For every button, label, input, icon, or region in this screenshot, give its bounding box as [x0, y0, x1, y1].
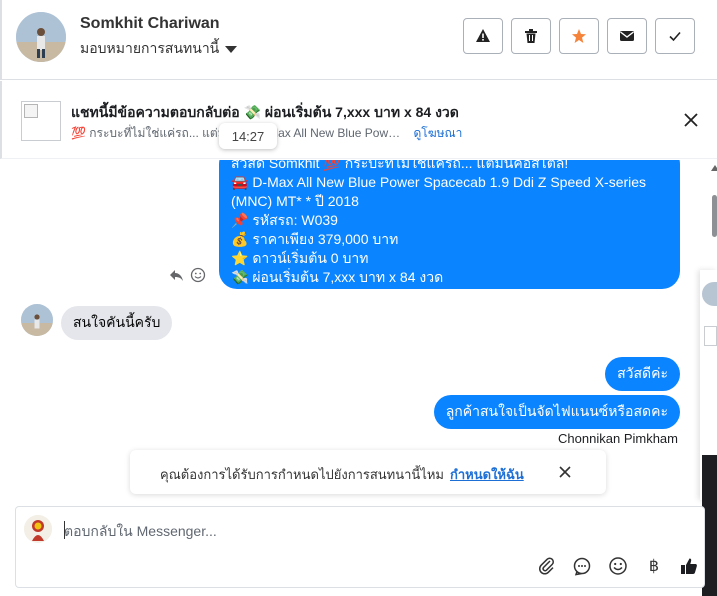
- ad-thumbnail[interactable]: [21, 101, 61, 141]
- chevron-down-icon: [225, 45, 238, 53]
- star-button[interactable]: [559, 18, 599, 54]
- baht-icon: ฿: [648, 558, 660, 575]
- assign-conversation-dropdown[interactable]: มอบหมายการสนทนานี้: [80, 38, 238, 60]
- dismiss-assign-prompt-button[interactable]: [557, 464, 573, 480]
- assign-prompt-text: คุณต้องการได้รับการกำหนดไปยังการสนทนานี้…: [160, 464, 524, 485]
- ad-message-line: 📌 รหัสรถ: W039: [231, 212, 338, 228]
- sender-name: Chonnikan Pimkham: [558, 431, 678, 446]
- message-composer: ฿: [15, 506, 705, 588]
- assign-to-me-link[interactable]: กำหนดให้ฉัน: [450, 467, 524, 482]
- paperclip-icon: [539, 557, 554, 575]
- payment-button[interactable]: ฿: [643, 555, 665, 577]
- contact-name[interactable]: Somkhit Chariwan: [80, 15, 220, 33]
- scrollbar-thumb[interactable]: [712, 195, 717, 237]
- incoming-message[interactable]: สนใจคันนี้ครับ: [61, 306, 173, 340]
- reply-input[interactable]: [64, 521, 684, 541]
- saved-replies-button[interactable]: [571, 555, 593, 577]
- assign-prompt-question: คุณต้องการได้รับการกำหนดไปยังการสนทนานี้…: [160, 467, 444, 482]
- emoji-button[interactable]: [607, 555, 629, 577]
- saved-replies-icon: [573, 557, 591, 576]
- side-panel-thumbnail: [704, 326, 717, 346]
- close-ad-bar-button[interactable]: [682, 111, 700, 129]
- text-cursor: [64, 521, 65, 539]
- report-button[interactable]: [463, 18, 503, 54]
- envelope-icon: [620, 31, 634, 41]
- thumbs-up-icon: [681, 558, 697, 574]
- react-emoji-icon[interactable]: [190, 267, 206, 283]
- outgoing-message[interactable]: สวัสดีค่ะ: [605, 357, 680, 391]
- contact-avatar-small: [21, 304, 53, 336]
- contact-avatar[interactable]: [16, 12, 66, 62]
- ad-message-line: 🚘 D-Max All New Blue Power Spacecab 1.9 …: [231, 174, 647, 190]
- ad-message-line: 💰 ราคาเพียง 379,000 บาท: [231, 231, 399, 247]
- ad-title: แชทนี้มีข้อความตอบกลับต่อ 💸 ผ่อนเริ่มต้น…: [71, 104, 459, 120]
- assign-label: มอบหมายการสนทนานี้: [80, 40, 220, 56]
- outgoing-message[interactable]: ลูกค้าสนใจเป็นจัดไฟแนนซ์หรือสดคะ: [433, 395, 680, 429]
- agent-avatar: [24, 515, 52, 543]
- emoji-icon: [609, 557, 627, 575]
- ad-message-line: ⭐ ดาวน์เริ่มต้น 0 บาท: [231, 250, 369, 266]
- attach-button[interactable]: [536, 555, 558, 577]
- ad-message-line: 💸 ผ่อนเริ่มต้น 7,xxx บาท x 84 งวด: [231, 269, 444, 285]
- message-actions: [168, 267, 206, 283]
- conversation-header: Somkhit Chariwan มอบหมายการสนทนานี้: [0, 0, 717, 80]
- close-icon: [684, 113, 698, 127]
- check-icon: [669, 31, 681, 42]
- view-ad-link[interactable]: ดูโฆษณา: [413, 126, 462, 140]
- timestamp-tooltip: 14:27: [219, 123, 277, 149]
- star-icon: [572, 29, 586, 43]
- ad-context-bar: แชทนี้มีข้อความตอบกลับต่อ 💸 ผ่อนเริ่มต้น…: [0, 81, 717, 159]
- send-like-button[interactable]: [678, 555, 700, 577]
- trash-icon: [525, 29, 537, 43]
- outgoing-ad-message[interactable]: สวัสดี Somkhit 💯 กระบะที่ไม่ใช่แค่รถ... …: [219, 160, 680, 289]
- ad-message-line: (MNC) MT* * ปี 2018: [231, 193, 359, 209]
- reply-icon[interactable]: [168, 267, 184, 283]
- message-thread[interactable]: สวัสดี Somkhit 💯 กระบะที่ไม่ใช่แค่รถ... …: [0, 160, 700, 505]
- assign-prompt: คุณต้องการได้รับการกำหนดไปยังการสนทนานี้…: [130, 450, 606, 494]
- warning-icon: [476, 29, 490, 42]
- scroll-up-arrow-icon[interactable]: [711, 165, 717, 171]
- mark-done-button[interactable]: [655, 18, 695, 54]
- delete-button[interactable]: [511, 18, 551, 54]
- ad-message-line: สวัสดี Somkhit 💯 กระบะที่ไม่ใช่แค่รถ... …: [231, 160, 569, 171]
- mark-unread-button[interactable]: [607, 18, 647, 54]
- close-icon: [559, 466, 571, 478]
